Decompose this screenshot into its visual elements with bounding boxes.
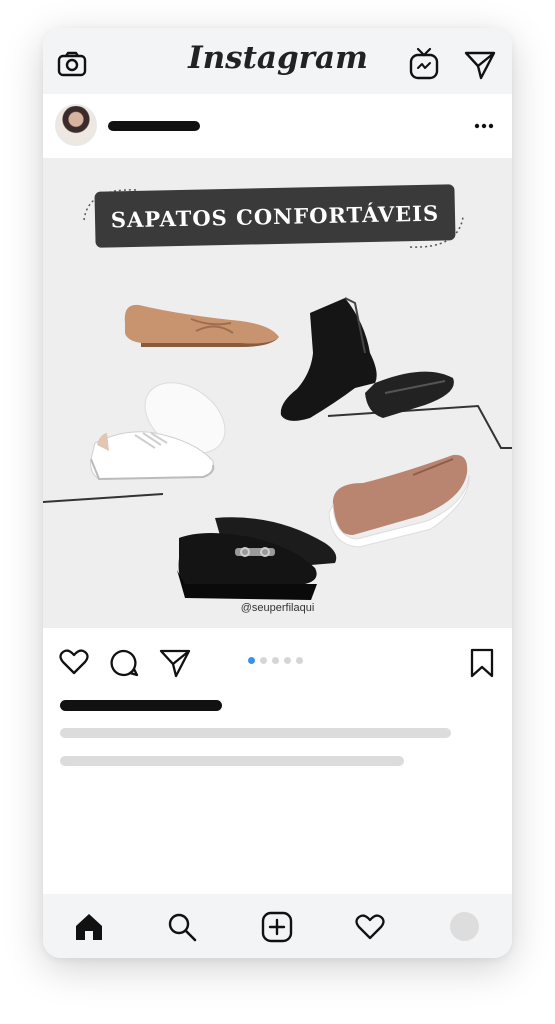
home-icon[interactable] (74, 912, 104, 942)
carousel-dot (260, 657, 267, 664)
phone-frame: Instagram SAPATOS CONFORTÁVEIS @seuperfi… (43, 28, 512, 958)
igtv-icon[interactable] (409, 46, 439, 80)
direct-message-icon[interactable] (463, 50, 497, 80)
profile-handle: @seuperfilaqui (240, 602, 315, 614)
carousel-indicator (248, 657, 303, 664)
tan-slip-on-shoe (328, 454, 470, 548)
caption-line-placeholder (60, 728, 451, 738)
post-header (43, 94, 512, 158)
activity-heart-icon[interactable] (355, 913, 385, 941)
carousel-dot (296, 657, 303, 664)
tan-flat-shoe (124, 304, 280, 347)
black-loafer (177, 517, 337, 600)
author-name-placeholder[interactable] (108, 121, 200, 131)
carousel-dot (272, 657, 279, 664)
carousel-dot-active (248, 657, 255, 664)
author-avatar[interactable] (55, 104, 97, 146)
camera-icon[interactable] (57, 51, 87, 77)
black-ankle-boot (280, 297, 454, 421)
carousel-dot (284, 657, 291, 664)
bookmark-icon[interactable] (469, 647, 495, 679)
caption-author-placeholder (60, 700, 222, 711)
heart-icon[interactable] (59, 648, 89, 676)
profile-avatar[interactable] (450, 912, 479, 941)
app-title: Instagram (188, 40, 368, 76)
white-sneaker (90, 382, 226, 481)
comment-icon[interactable] (109, 648, 139, 678)
share-icon[interactable] (158, 648, 192, 678)
search-icon[interactable] (167, 912, 197, 942)
bottom-navigation (43, 894, 512, 958)
post-actions (43, 628, 512, 698)
add-post-icon[interactable] (261, 911, 293, 943)
top-bar: Instagram (43, 28, 512, 94)
caption-line-placeholder (60, 756, 404, 766)
more-options-icon[interactable] (473, 122, 495, 130)
post-image[interactable]: SAPATOS CONFORTÁVEIS @seuperfilaqui (43, 158, 512, 628)
